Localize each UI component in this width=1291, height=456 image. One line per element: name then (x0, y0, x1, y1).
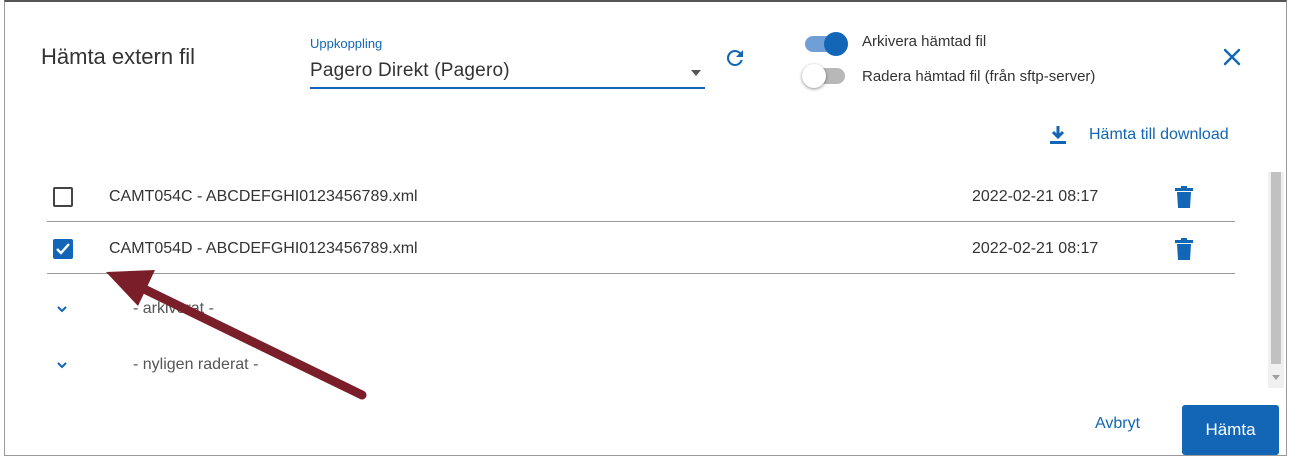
archive-toggle-label: Arkivera hämtad fil (862, 32, 987, 50)
file-name: CAMT054D - ABCDEFGHI0123456789.xml (109, 239, 418, 257)
download-label: Hämta till download (1089, 126, 1229, 143)
connection-value: Pagero Direkt (Pagero) (310, 60, 510, 81)
connection-select[interactable]: Uppkoppling Pagero Direkt (Pagero) (310, 36, 705, 89)
connection-label: Uppkoppling (310, 36, 383, 51)
group-archived-label: - arkiverat - (133, 300, 214, 317)
scroll-down-arrow-icon[interactable] (1272, 375, 1280, 380)
connection-field[interactable]: Pagero Direkt (Pagero) (310, 55, 705, 89)
archive-toggle[interactable] (802, 32, 848, 56)
scrollbar[interactable] (1268, 172, 1284, 388)
download-icon (1050, 126, 1066, 144)
delete-toggle-label: Radera hämtad fil (från sftp-server) (862, 67, 1096, 85)
group-recently-deleted[interactable]: - nyligen raderat - (55, 356, 258, 373)
group-archived[interactable]: - arkiverat - (55, 300, 214, 317)
trash-icon[interactable] (1175, 185, 1193, 209)
file-checkbox[interactable] (53, 186, 73, 207)
fetch-button[interactable]: Hämta (1182, 405, 1279, 455)
file-date: 2022-02-21 08:17 (972, 187, 1099, 205)
file-name: CAMT054C - ABCDEFGHI0123456789.xml (109, 187, 418, 205)
fetch-external-file-dialog: Hämta extern fil Uppkoppling Pagero Dire… (4, 0, 1287, 456)
check-icon (56, 242, 70, 255)
file-row[interactable]: CAMT054C - ABCDEFGHI0123456789.xml 2022-… (47, 172, 1235, 222)
group-recently-deleted-label: - nyligen raderat - (133, 356, 259, 373)
scrollbar-thumb[interactable] (1271, 172, 1281, 364)
dropdown-caret-icon[interactable] (691, 70, 701, 76)
file-date: 2022-02-21 08:17 (972, 239, 1099, 257)
chevron-down-icon[interactable] (55, 358, 69, 372)
refresh-icon[interactable] (723, 46, 747, 70)
file-checkbox-checked[interactable] (53, 238, 73, 259)
delete-toggle[interactable] (802, 64, 848, 88)
trash-icon[interactable] (1175, 237, 1193, 261)
delete-toggle-row[interactable]: Radera hämtad fil (från sftp-server) (802, 64, 1095, 88)
close-icon[interactable] (1221, 46, 1243, 68)
dialog-title: Hämta extern fil (41, 44, 196, 69)
download-link[interactable]: Hämta till download (1049, 124, 1229, 146)
archive-toggle-row[interactable]: Arkivera hämtad fil (802, 32, 986, 56)
file-row[interactable]: CAMT054D - ABCDEFGHI0123456789.xml 2022-… (47, 224, 1235, 274)
cancel-button[interactable]: Avbryt (1085, 407, 1150, 441)
chevron-down-icon[interactable] (55, 302, 69, 316)
